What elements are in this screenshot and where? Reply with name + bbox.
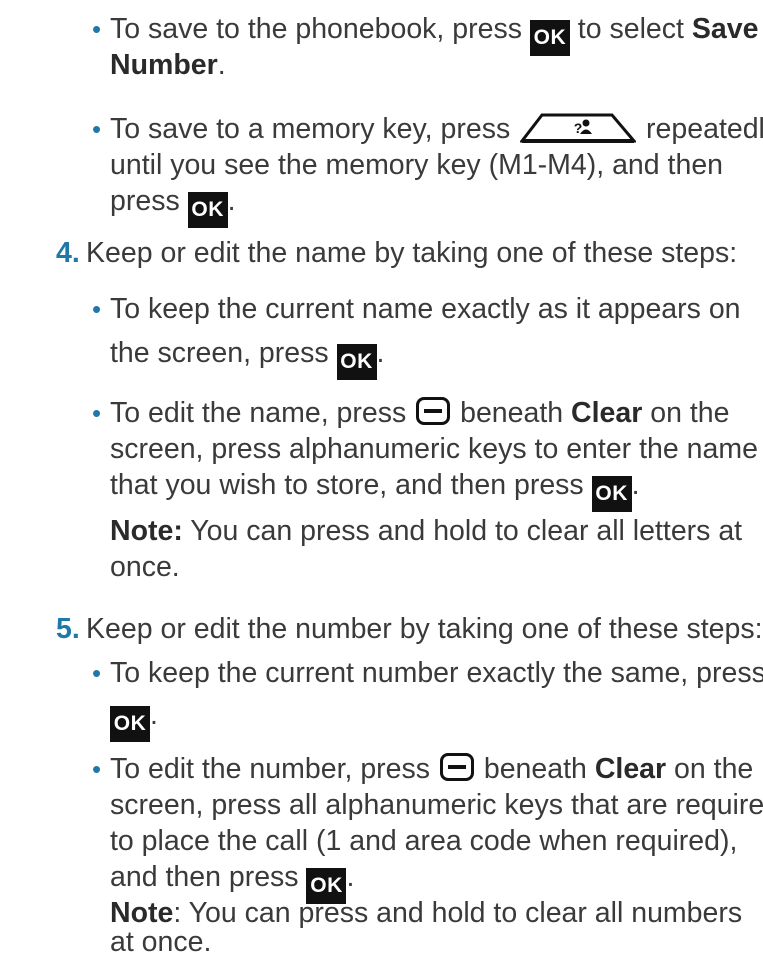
text: Keep or edit the name by taking one of t… (86, 237, 738, 269)
text: . (227, 185, 236, 217)
bullet-keep-name-line2: the screen, press OK. (110, 336, 384, 380)
text: . (346, 861, 355, 893)
bullet-dot: • (92, 658, 102, 688)
bullet-dot: • (92, 398, 102, 428)
bold-term: Clear (571, 397, 643, 429)
note-label: Note: (110, 515, 183, 547)
text: that you wish to store, and then press (110, 469, 584, 501)
bullet-edit-name-line3: that you wish to store, and then press O… (110, 468, 640, 512)
text: at once. (110, 926, 212, 958)
bullet-memory-key-line2: until you see the memory key (M1-M4), an… (110, 148, 736, 182)
bullet-keep-number-line1: To keep the current number exactly the s… (110, 656, 763, 690)
text: To save to the phonebook, press (110, 13, 522, 45)
bullet-save-phonebook-line2: Number. (110, 48, 226, 82)
text: to select (577, 13, 684, 45)
text: screen, press all alphanumeric keys that… (110, 789, 763, 821)
bullet-keep-number-line2: OK. (110, 698, 158, 742)
text: on the (674, 753, 754, 785)
step-number: 4. (56, 237, 80, 269)
text: To keep the current number exactly the s… (110, 657, 763, 689)
text: once. (110, 551, 180, 583)
text: To edit the number, press (110, 753, 431, 785)
note-numbers-line2: at once. (110, 925, 211, 959)
ok-key-icon: OK (529, 20, 570, 56)
bullet-edit-number-line2: screen, press all alphanumeric keys that… (110, 788, 763, 822)
note-letters-line2: once. (110, 550, 180, 584)
text: the screen, press (110, 337, 329, 369)
bold-term: Save (691, 13, 759, 45)
memory-key-icon: ? (520, 113, 637, 143)
bullet-dot: • (92, 114, 102, 144)
text: beneath (483, 753, 587, 785)
bullet-edit-number-line1: To edit the number, press beneath Clear … (110, 752, 753, 786)
bullet-edit-number-line3: to place the call (1 and area code when … (110, 824, 738, 858)
step-4-text: Keep or edit the name by taking one of t… (86, 236, 737, 270)
manual-page: • To save to the phonebook, press OK to … (0, 0, 763, 958)
text: . (376, 337, 385, 369)
step-number: 5. (56, 613, 80, 645)
bullet-memory-key-line1: To save to a memory key, press ? repeate… (110, 112, 763, 146)
bullet-memory-key-line3: press OK. (110, 184, 236, 228)
text: Keep or edit the number by taking one of… (86, 613, 763, 645)
text: press (110, 185, 180, 217)
text: on the (650, 397, 730, 429)
text: and then press (110, 861, 299, 893)
text: to place the call (1 and area code when … (110, 825, 738, 857)
ok-key-icon: OK (336, 344, 377, 380)
text: To edit the name, press (110, 397, 407, 429)
bold-term: Clear (594, 753, 667, 785)
text: beneath (460, 397, 564, 429)
bullet-dot: • (92, 754, 102, 784)
text: To save to a memory key, press (110, 113, 511, 145)
bullet-keep-name-line1: To keep the current name exactly as it a… (110, 292, 741, 326)
text: . (631, 469, 640, 501)
ok-key-icon: OK (110, 706, 150, 742)
text: You can press and hold to clear all lett… (190, 515, 743, 547)
text: . (217, 49, 226, 81)
note-letters-line1: Note: You can press and hold to clear al… (110, 514, 742, 548)
soft-key-icon (416, 397, 451, 425)
bullet-dot: • (92, 294, 102, 324)
text: until you see the memory key (M1-M4), an… (110, 149, 724, 181)
text: To keep the current name exactly as it a… (110, 293, 741, 325)
ok-key-icon: OK (591, 476, 632, 512)
ok-key-icon: OK (187, 192, 228, 228)
bullet-dot: • (92, 14, 102, 44)
text: repeatedly (646, 113, 763, 145)
bullet-edit-name-line2: screen, press alphanumeric keys to enter… (110, 432, 758, 466)
text: . (150, 699, 158, 731)
bold-term: Number (110, 49, 218, 81)
text: : You can press and hold to clear all nu… (173, 897, 743, 929)
bullet-edit-name-line1: To edit the name, press beneath Clear on… (110, 396, 730, 430)
text: screen, press alphanumeric keys to enter… (110, 433, 758, 465)
step-5-text: Keep or edit the number by taking one of… (86, 612, 763, 646)
soft-key-icon (439, 753, 474, 781)
